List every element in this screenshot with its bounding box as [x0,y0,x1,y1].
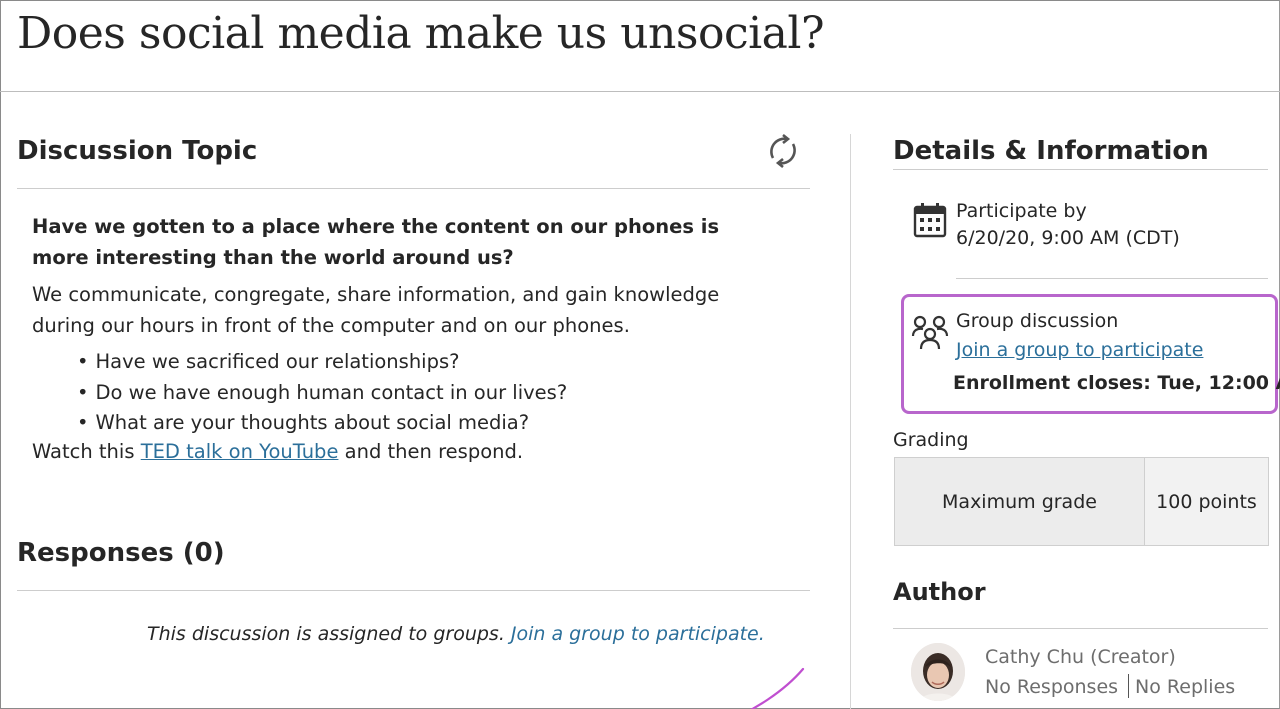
group-note-text: This discussion is assigned to groups. [147,623,505,645]
topic-intro: We communicate, congregate, share inform… [32,283,720,337]
details-divider [893,169,1268,170]
discussion-topic-heading: Discussion Topic [17,136,258,166]
watch-line: Watch this TED talk on YouTube and then … [32,437,752,468]
stats-separator [1128,674,1130,698]
author-responses: No Responses [985,676,1119,698]
join-group-sidebar-link[interactable]: Join a group to participate [956,339,1203,361]
watch-suffix: and then respond. [338,439,524,463]
refresh-icon[interactable] [764,132,802,170]
topic-question: Have we gotten to a place where the cont… [32,215,720,269]
ted-talk-link[interactable]: TED talk on YouTube [141,440,339,463]
grading-label: Grading [893,429,969,451]
calendar-icon [913,203,947,238]
group-icon [911,315,949,350]
topic-divider [17,188,810,189]
enrollment-closes: Enrollment closes: Tue, 12:00 AM [953,372,1280,394]
group-assignment-note: This discussion is assigned to groups. J… [147,623,765,645]
author-heading: Author [893,578,986,606]
maximum-grade-label: Maximum grade [895,458,1145,545]
watch-prefix: Watch this [32,439,141,463]
topic-bullet-list: Have we sacrificed our relationships? Do… [32,347,752,439]
participate-by-date: 6/20/20, 9:00 AM (CDT) [956,227,1180,249]
responses-divider [17,590,810,591]
author-divider [893,628,1268,629]
avatar[interactable] [911,643,965,701]
topic-body: Have we gotten to a place where the cont… [32,212,752,467]
author-name[interactable]: Cathy Chu (Creator) [985,646,1176,668]
page-header: Does social media make us unsocial? [0,0,1280,92]
topic-bullet: Have we sacrificed our relationships? [77,347,752,378]
topic-bullet: What are your thoughts about social medi… [77,408,752,439]
participate-divider [956,278,1268,279]
responses-heading: Responses (0) [17,538,225,568]
details-sidebar: Details & Information Participate by 6/2… [851,92,1280,709]
annotation-arrow-icon [750,667,805,709]
group-discussion-label: Group discussion [956,310,1119,332]
participate-by-label: Participate by [956,200,1087,222]
join-group-link[interactable]: Join a group to participate. [511,623,765,645]
discussion-main: Discussion Topic Have we gotten to a pla… [0,92,850,709]
author-stats: No Responses No Replies [985,674,1235,698]
author-replies: No Replies [1135,676,1236,698]
details-heading: Details & Information [893,136,1209,166]
grading-table: Maximum grade 100 points [894,457,1269,546]
maximum-grade-value: 100 points [1145,458,1268,545]
topic-bullet: Do we have enough human contact in our l… [77,378,752,409]
page-title: Does social media make us unsocial? [17,8,825,59]
